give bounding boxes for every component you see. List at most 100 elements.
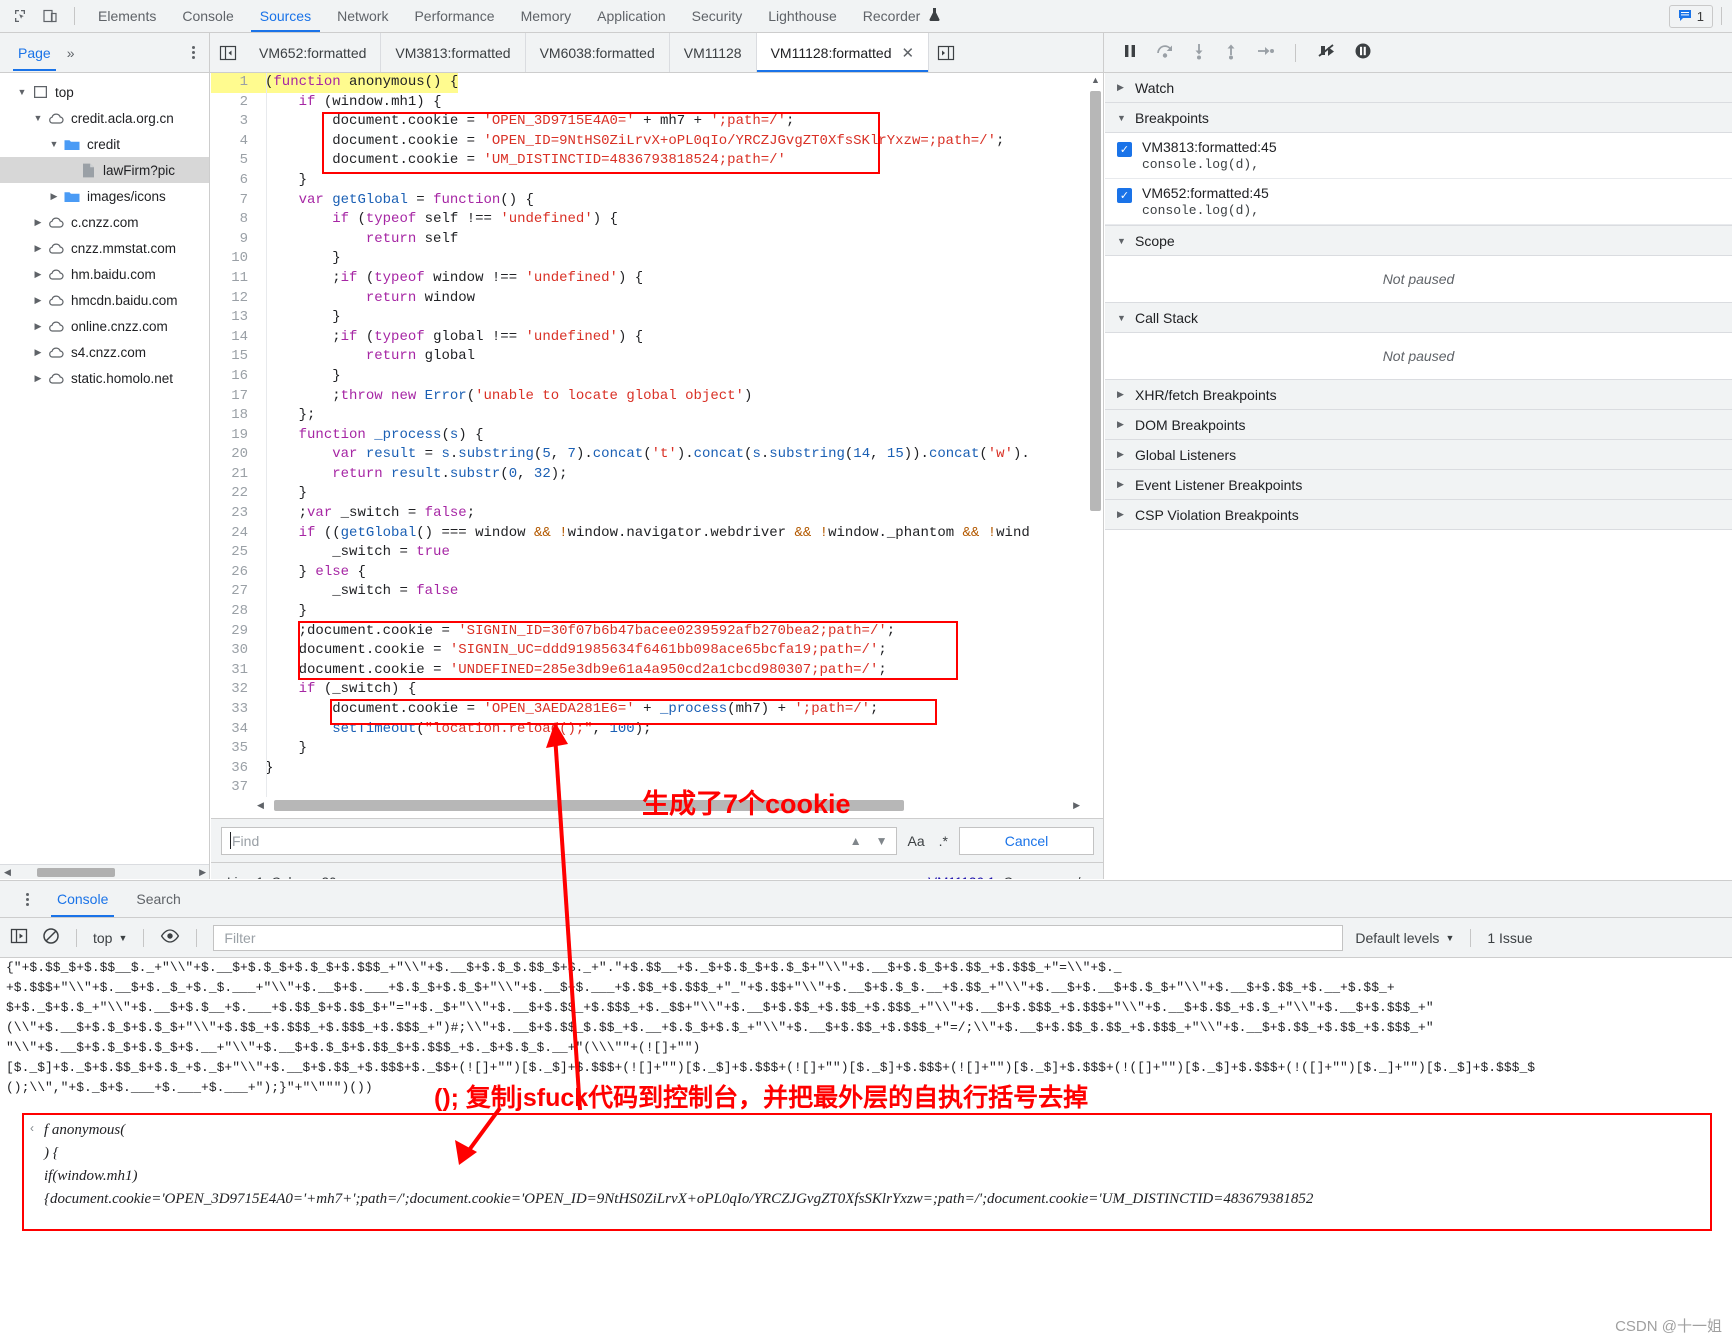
breakpoint-row[interactable]: ✓ VM3813:formatted:45 console.log(d), xyxy=(1105,133,1732,179)
line-number[interactable]: 6 xyxy=(211,170,257,191)
code-line[interactable]: 21 return result.substr(0, 32); xyxy=(211,464,1086,485)
step-icon[interactable] xyxy=(1255,42,1275,63)
code-line[interactable]: 23 ;var _switch = false; xyxy=(211,504,1086,524)
code-line[interactable]: 24 if ((getGlobal() === window && !windo… xyxy=(211,523,1086,544)
chevron-right-icon[interactable]: ▶ xyxy=(30,347,46,358)
chevron-down-icon[interactable]: ▼ xyxy=(1117,113,1127,123)
code-line[interactable]: 27 _switch = false xyxy=(211,582,1086,603)
pause-on-exceptions-icon[interactable] xyxy=(1354,42,1372,63)
clear-console-icon[interactable] xyxy=(42,927,60,948)
close-icon[interactable]: ✕ xyxy=(901,44,914,62)
chevron-down-icon[interactable]: ▼ xyxy=(1117,236,1127,246)
line-number[interactable]: 7 xyxy=(211,190,257,211)
tab-recorder[interactable]: Recorder xyxy=(850,0,955,32)
scroll-right-icon[interactable]: ▶ xyxy=(195,867,209,878)
tree-item-images-icons[interactable]: ▶ images/icons xyxy=(0,183,209,209)
line-number[interactable]: 8 xyxy=(211,210,257,230)
tree-item-top[interactable]: ▼ top xyxy=(0,79,209,105)
tree-item-hmcdn-baidu[interactable]: ▶ hmcdn.baidu.com xyxy=(0,287,209,313)
chevron-right-icon[interactable]: ▶ xyxy=(30,373,46,384)
code-line[interactable]: 15 return global xyxy=(211,347,1086,367)
deactivate-breakpoints-icon[interactable] xyxy=(1316,42,1338,63)
tab-application[interactable]: Application xyxy=(584,0,679,32)
tab-lighthouse[interactable]: Lighthouse xyxy=(755,0,850,32)
line-number[interactable]: 4 xyxy=(211,131,257,152)
line-number[interactable]: 2 xyxy=(211,92,257,113)
line-number[interactable]: 25 xyxy=(211,543,257,563)
section-event-listener-breakpoints[interactable]: ▶ Event Listener Breakpoints xyxy=(1105,470,1732,500)
line-number[interactable]: 1 xyxy=(211,73,257,93)
tab-network[interactable]: Network xyxy=(324,0,401,32)
line-number[interactable]: 37 xyxy=(211,778,257,797)
line-number[interactable]: 29 xyxy=(211,621,257,642)
search-input[interactable]: Find ▲ ▼ xyxy=(221,826,897,855)
filter-input[interactable]: Filter xyxy=(213,924,1344,951)
step-over-icon[interactable] xyxy=(1155,42,1175,63)
execution-context-icon[interactable] xyxy=(10,928,30,948)
chevron-right-icon[interactable]: ▶ xyxy=(1117,449,1127,460)
tree-item-static-homolo[interactable]: ▶ static.homolo.net xyxy=(0,365,209,391)
issues-link[interactable]: 1 Issue xyxy=(1487,930,1532,946)
tab-console[interactable]: Console xyxy=(169,0,246,32)
code-line[interactable]: 16 } xyxy=(211,366,1086,387)
chevron-down-icon[interactable]: ▼ xyxy=(30,113,46,123)
scrollbar-thumb[interactable] xyxy=(1090,91,1101,511)
code-line[interactable]: 5 document.cookie = 'UM_DISTINCTID=48367… xyxy=(211,151,1086,171)
navigator-horizontal-scrollbar[interactable]: ◀ ▶ xyxy=(0,864,209,879)
file-tab-vm6038[interactable]: VM6038:formatted xyxy=(526,33,670,72)
code-line[interactable]: 32 if (_switch) { xyxy=(211,680,1086,700)
line-number[interactable]: 27 xyxy=(211,582,257,603)
tree-item-credit-folder[interactable]: ▼ credit xyxy=(0,131,209,157)
tree-item-c-cnzz[interactable]: ▶ c.cnzz.com xyxy=(0,209,209,235)
line-number[interactable]: 12 xyxy=(211,288,257,309)
line-number[interactable]: 19 xyxy=(211,425,257,446)
line-number[interactable]: 24 xyxy=(211,523,257,544)
scrollbar-thumb[interactable] xyxy=(36,867,115,877)
chevron-down-icon[interactable]: ▼ xyxy=(876,834,888,848)
live-expression-icon[interactable] xyxy=(160,929,180,946)
line-number[interactable]: 15 xyxy=(211,347,257,367)
chevron-right-icon[interactable]: ▶ xyxy=(30,243,46,254)
chevron-right-icon[interactable]: ▶ xyxy=(1117,479,1127,490)
source-link[interactable]: VM11126:1 xyxy=(928,875,995,879)
code-line[interactable]: 2 if (window.mh1) { xyxy=(211,92,1086,113)
section-scope[interactable]: ▼ Scope xyxy=(1105,226,1732,256)
chevron-right-icon[interactable]: ▶ xyxy=(30,269,46,280)
navigator-file-tree[interactable]: ▼ top ▼ credit.acla.org.cn ▼ credit ▶ la… xyxy=(0,73,210,879)
breakpoint-checkbox[interactable]: ✓ xyxy=(1117,188,1132,203)
code-line[interactable]: 30 document.cookie = 'SIGNIN_UC=ddd91985… xyxy=(211,641,1086,661)
regex-button[interactable]: .* xyxy=(936,833,951,849)
code-line[interactable]: 36} xyxy=(211,758,1086,779)
line-number[interactable]: 32 xyxy=(211,680,257,700)
scroll-right-icon[interactable]: ▶ xyxy=(1073,800,1080,811)
show-debugger-icon[interactable] xyxy=(929,33,963,72)
chevron-down-icon[interactable]: ▼ xyxy=(118,933,127,943)
code-line[interactable]: 19 function _process(s) { xyxy=(211,425,1086,446)
tree-item-lawfirm[interactable]: ▶ lawFirm?pic xyxy=(0,157,209,183)
code-line[interactable]: 11 ;if (typeof window !== 'undefined') { xyxy=(211,268,1086,289)
chevron-down-icon[interactable]: ▼ xyxy=(14,87,30,97)
result-expand-icon[interactable]: ‹ xyxy=(30,1121,34,1135)
file-tab-vm11128[interactable]: VM11128 xyxy=(670,33,757,72)
chevron-right-icon[interactable]: ▶ xyxy=(1117,389,1127,400)
navigator-more-options-icon[interactable] xyxy=(192,46,195,59)
code-line[interactable]: 22 } xyxy=(211,484,1086,505)
line-number[interactable]: 10 xyxy=(211,249,257,269)
tree-item-online-cnzz[interactable]: ▶ online.cnzz.com xyxy=(0,313,209,339)
breakpoint-row[interactable]: ✓ VM652:formatted:45 console.log(d), xyxy=(1105,179,1732,225)
drawer-tab-console[interactable]: Console xyxy=(45,881,120,917)
line-number[interactable]: 16 xyxy=(211,366,257,387)
line-number[interactable]: 11 xyxy=(211,268,257,289)
file-tab-vm3813[interactable]: VM3813:formatted xyxy=(381,33,526,72)
line-number[interactable]: 14 xyxy=(211,327,257,348)
tree-item-credit-acla[interactable]: ▼ credit.acla.org.cn xyxy=(0,105,209,131)
file-tab-vm11128-formatted[interactable]: VM11128:formatted ✕ xyxy=(756,33,930,72)
chevron-down-icon[interactable]: ▼ xyxy=(1445,933,1454,943)
chevron-up-icon[interactable]: ▲ xyxy=(850,834,862,848)
line-number[interactable]: 23 xyxy=(211,504,257,524)
breakpoint-checkbox[interactable]: ✓ xyxy=(1117,142,1132,157)
code-line[interactable]: 12 return window xyxy=(211,288,1086,309)
chevron-right-icon[interactable]: ▶ xyxy=(1117,509,1127,520)
drawer-tab-search[interactable]: Search xyxy=(124,881,192,917)
section-breakpoints[interactable]: ▼ Breakpoints xyxy=(1105,103,1732,133)
